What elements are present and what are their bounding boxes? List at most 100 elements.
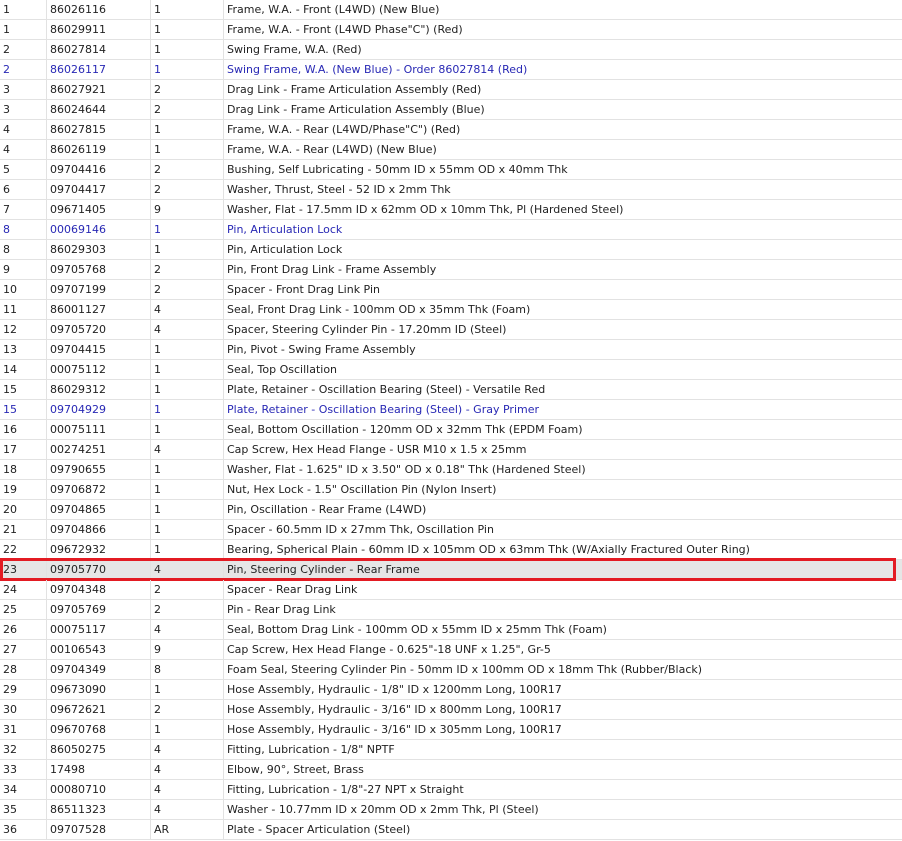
part-number-cell: 00075117 xyxy=(47,620,151,639)
table-row[interactable]: 20 09704865 1 Pin, Oscillation - Rear Frame… xyxy=(0,500,902,520)
table-row[interactable]: 4 86026119 1 Frame, W.A. - Rear (L4WD) (New… xyxy=(0,140,902,160)
quantity-cell: 4 xyxy=(151,560,224,579)
quantity-cell: 2 xyxy=(151,160,224,179)
table-row[interactable]: 1 86029911 1 Frame, W.A. - Front (L4WD Phas… xyxy=(0,20,902,40)
table-row[interactable]: 11 86001127 4 Seal, Front Drag Link - 100mm… xyxy=(0,300,902,320)
description-cell: Nut, Hex Lock - 1.5" Oscillation Pin (Ny… xyxy=(227,483,497,496)
table-row[interactable]: 34 00080710 4 Fitting, Lubrication - 1/8"-2… xyxy=(0,780,902,800)
table-row[interactable]: 29 09673090 1 Hose Assembly, Hydraulic - 1/… xyxy=(0,680,902,700)
table-row[interactable]: 4 86027815 1 Frame, W.A. - Rear (L4WD/Phase… xyxy=(0,120,902,140)
table-row[interactable]: 36 09707528 AR Plate - Spacer Articulation … xyxy=(0,820,902,840)
part-number-cell: 00069146 xyxy=(47,220,151,239)
quantity-cell: 1 xyxy=(151,340,224,359)
part-number-cell: 86511323 xyxy=(47,800,151,819)
table-row[interactable]: 24 09704348 2 Spacer - Rear Drag Link xyxy=(0,580,902,600)
description-cell: Seal, Bottom Drag Link - 100mm OD x 55mm… xyxy=(227,623,607,636)
table-row[interactable]: 35 86511323 4 Washer - 10.77mm ID x 20mm OD… xyxy=(0,800,902,820)
item-number-cell: 1 xyxy=(0,0,47,19)
description-cell: Bearing, Spherical Plain - 60mm ID x 105… xyxy=(227,543,750,556)
item-number-cell: 36 xyxy=(0,820,47,839)
item-number-cell: 2 xyxy=(0,60,47,79)
description-cell: Seal, Top Oscillation xyxy=(227,363,338,376)
quantity-cell: 2 xyxy=(151,180,224,199)
quantity-cell: 1 xyxy=(151,360,224,379)
table-row[interactable]: 15 86029312 1 Plate, Retainer - Oscillation… xyxy=(0,380,902,400)
quantity-cell: 4 xyxy=(151,440,224,459)
description-cell: Pin, Oscillation - Rear Frame (L4WD) xyxy=(227,503,427,516)
part-number-cell: 09704348 xyxy=(47,580,151,599)
quantity-cell: 1 xyxy=(151,480,224,499)
part-number-cell: 09707199 xyxy=(47,280,151,299)
table-row[interactable]: 25 09705769 2 Pin - Rear Drag Link xyxy=(0,600,902,620)
table-row[interactable]: 21 09704866 1 Spacer - 60.5mm ID x 27mm Thk… xyxy=(0,520,902,540)
quantity-cell: 4 xyxy=(151,300,224,319)
table-row[interactable]: 17 00274251 4 Cap Screw, Hex Head Flange - … xyxy=(0,440,902,460)
table-row[interactable]: 3 86024644 2 Drag Link - Frame Articulation… xyxy=(0,100,902,120)
part-number-cell: 00075111 xyxy=(47,420,151,439)
table-row[interactable]: 12 09705720 4 Spacer, Steering Cylinder Pin… xyxy=(0,320,902,340)
quantity-cell: 4 xyxy=(151,780,224,799)
table-row[interactable]: 8 00069146 1 Pin, Articulation Lock xyxy=(0,220,902,240)
table-row[interactable]: 2 86027814 1 Swing Frame, W.A. (Red) xyxy=(0,40,902,60)
table-row[interactable]: 31 09670768 1 Hose Assembly, Hydraulic - 3/… xyxy=(0,720,902,740)
table-row[interactable]: 27 00106543 9 Cap Screw, Hex Head Flange - … xyxy=(0,640,902,660)
table-row[interactable]: 6 09704417 2 Washer, Thrust, Steel - 52 ID … xyxy=(0,180,902,200)
table-row[interactable]: 22 09672932 1 Bearing, Spherical Plain - 60… xyxy=(0,540,902,560)
table-row[interactable]: 9 09705768 2 Pin, Front Drag Link - Frame A… xyxy=(0,260,902,280)
table-row[interactable]: 10 09707199 2 Spacer - Front Drag Link Pin xyxy=(0,280,902,300)
item-number-cell: 6 xyxy=(0,180,47,199)
item-number-cell: 12 xyxy=(0,320,47,339)
part-number-cell: 00106543 xyxy=(47,640,151,659)
table-row[interactable]: 1 86026116 1 Frame, W.A. - Front (L4WD) (Ne… xyxy=(0,0,902,20)
quantity-cell: 4 xyxy=(151,620,224,639)
table-row[interactable]: 8 86029303 1 Pin, Articulation Lock xyxy=(0,240,902,260)
description-cell: Plate, Retainer - Oscillation Bearing (S… xyxy=(227,403,540,416)
table-row[interactable]: 14 00075112 1 Seal, Top Oscillation xyxy=(0,360,902,380)
description-cell: Pin, Steering Cylinder - Rear Frame xyxy=(227,563,420,576)
quantity-cell: 1 xyxy=(151,220,224,239)
description-cell: Frame, W.A. - Front (L4WD) (New Blue) xyxy=(227,3,440,16)
quantity-cell: 1 xyxy=(151,520,224,539)
quantity-cell: 2 xyxy=(151,600,224,619)
item-number-cell: 14 xyxy=(0,360,47,379)
table-row[interactable]: 2 86026117 1 Swing Frame, W.A. (New Blue) -… xyxy=(0,60,902,80)
table-row[interactable]: 18 09790655 1 Washer, Flat - 1.625" ID x 3.… xyxy=(0,460,902,480)
description-cell: Seal, Bottom Oscillation - 120mm OD x 32… xyxy=(227,423,583,436)
quantity-cell: 1 xyxy=(151,420,224,439)
description-cell: Cap Screw, Hex Head Flange - USR M10 x 1… xyxy=(227,443,527,456)
table-row[interactable]: 7 09671405 9 Washer, Flat - 17.5mm ID x 62m… xyxy=(0,200,902,220)
quantity-cell: AR xyxy=(151,820,224,839)
item-number-cell: 24 xyxy=(0,580,47,599)
table-row[interactable]: 33 17498 4 Elbow, 90°, Street, Brass xyxy=(0,760,902,780)
table-row[interactable]: 30 09672621 2 Hose Assembly, Hydraulic - 3/… xyxy=(0,700,902,720)
description-cell: Frame, W.A. - Rear (L4WD) (New Blue) xyxy=(227,143,437,156)
table-row[interactable]: 19 09706872 1 Nut, Hex Lock - 1.5" Oscillat… xyxy=(0,480,902,500)
part-number-cell: 09672932 xyxy=(47,540,151,559)
part-number-cell: 86029911 xyxy=(47,20,151,39)
table-row[interactable]: 26 00075117 4 Seal, Bottom Drag Link - 100m… xyxy=(0,620,902,640)
parts-table: 1 86026116 1 Frame, W.A. - Front (L4WD) (Ne… xyxy=(0,0,902,840)
part-number-cell: 09671405 xyxy=(47,200,151,219)
quantity-cell: 8 xyxy=(151,660,224,679)
description-cell: Spacer - 60.5mm ID x 27mm Thk, Oscillati… xyxy=(227,523,494,536)
table-row[interactable]: 15 09704929 1 Plate, Retainer - Oscillation… xyxy=(0,400,902,420)
item-number-cell: 3 xyxy=(0,80,47,99)
parts-table-body: 1 86026116 1 Frame, W.A. - Front (L4WD) (Ne… xyxy=(0,0,902,840)
table-row[interactable]: 32 86050275 4 Fitting, Lubrication - 1/8" N… xyxy=(0,740,902,760)
description-cell: Swing Frame, W.A. (Red) xyxy=(227,43,362,56)
table-row[interactable]: 3 86027921 2 Drag Link - Frame Articulation… xyxy=(0,80,902,100)
quantity-cell: 1 xyxy=(151,140,224,159)
quantity-cell: 9 xyxy=(151,200,224,219)
table-row[interactable]: 5 09704416 2 Bushing, Self Lubricating - 50… xyxy=(0,160,902,180)
quantity-cell: 4 xyxy=(151,320,224,339)
quantity-cell: 1 xyxy=(151,60,224,79)
table-row[interactable]: 28 09704349 8 Foam Seal, Steering Cylinder … xyxy=(0,660,902,680)
table-row[interactable]: 13 09704415 1 Pin, Pivot - Swing Frame Asse… xyxy=(0,340,902,360)
quantity-cell: 1 xyxy=(151,400,224,419)
table-row[interactable]: 16 00075111 1 Seal, Bottom Oscillation - 12… xyxy=(0,420,902,440)
table-row-selected[interactable]: 23 09705770 4 Pin, Steering Cylinder - Rear… xyxy=(0,558,902,581)
quantity-cell: 1 xyxy=(151,240,224,259)
item-number-cell: 33 xyxy=(0,760,47,779)
description-cell: Fitting, Lubrication - 1/8"-27 NPT x Str… xyxy=(227,783,464,796)
description-cell: Bushing, Self Lubricating - 50mm ID x 55… xyxy=(227,163,568,176)
